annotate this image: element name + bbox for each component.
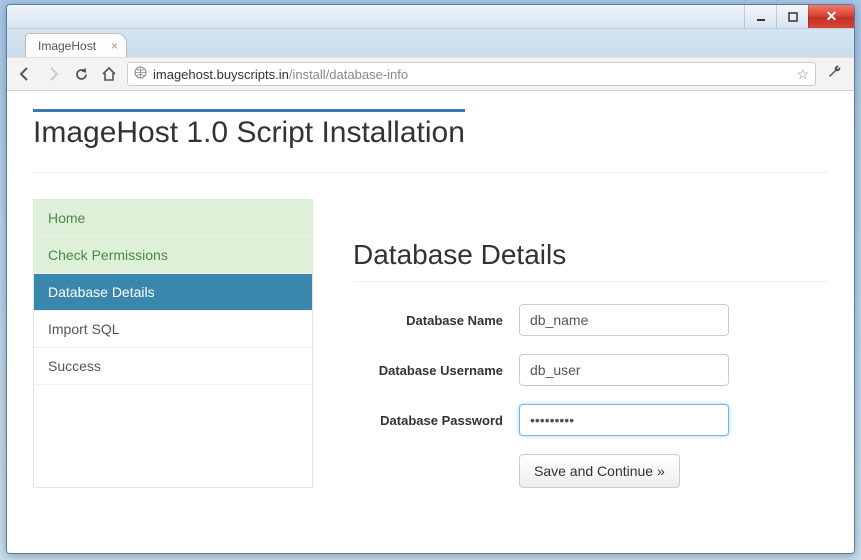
page-content: ImageHost 1.0 Script Installation Home C… — [7, 91, 854, 553]
nav-home-button[interactable] — [99, 64, 119, 84]
window-minimize-button[interactable] — [744, 5, 776, 28]
browser-window: ✕ ImageHost × imagehost.buyscripts.in/in… — [6, 4, 855, 554]
db-password-label: Database Password — [353, 413, 503, 428]
browser-tabstrip: ImageHost × — [7, 29, 854, 57]
minimize-icon — [756, 12, 766, 22]
url-path: /install/database-info — [289, 67, 408, 82]
tab-title: ImageHost — [38, 39, 96, 53]
db-name-input[interactable] — [519, 304, 729, 336]
url-domain: imagehost.buyscripts.in — [153, 67, 289, 82]
arrow-right-icon — [45, 66, 61, 82]
close-icon: ✕ — [826, 8, 838, 25]
address-bar[interactable]: imagehost.buyscripts.in/install/database… — [127, 62, 816, 86]
main-panel: Database Details Database Name Database … — [353, 199, 828, 488]
wrench-icon — [827, 64, 843, 80]
bookmark-star-button[interactable]: ☆ — [796, 66, 809, 83]
section-title: Database Details — [353, 239, 828, 282]
sidebar-item-database-details[interactable]: Database Details — [34, 274, 312, 311]
browser-tab[interactable]: ImageHost × — [25, 33, 127, 57]
window-maximize-button[interactable] — [776, 5, 808, 28]
save-continue-button[interactable]: Save and Continue » — [519, 454, 680, 488]
nav-forward-button[interactable] — [43, 64, 63, 84]
window-titlebar: ✕ — [7, 5, 854, 29]
sidebar-item-import-sql[interactable]: Import SQL — [34, 311, 312, 348]
field-db-username: Database Username — [353, 354, 828, 386]
settings-wrench-button[interactable] — [824, 64, 846, 85]
globe-icon — [134, 66, 147, 82]
db-username-label: Database Username — [353, 363, 503, 378]
maximize-icon — [788, 12, 798, 22]
db-username-input[interactable] — [519, 354, 729, 386]
sidebar-item-success[interactable]: Success — [34, 348, 312, 385]
home-icon — [101, 66, 117, 82]
field-db-name: Database Name — [353, 304, 828, 336]
arrow-left-icon — [17, 66, 33, 82]
install-steps-sidebar: Home Check Permissions Database Details … — [33, 199, 313, 488]
window-close-button[interactable]: ✕ — [808, 5, 854, 28]
db-name-label: Database Name — [353, 313, 503, 328]
sidebar-item-home[interactable]: Home — [34, 200, 312, 237]
reload-icon — [74, 67, 89, 82]
nav-reload-button[interactable] — [71, 64, 91, 84]
divider — [33, 172, 828, 173]
sidebar-item-check-permissions[interactable]: Check Permissions — [34, 237, 312, 274]
browser-toolbar: imagehost.buyscripts.in/install/database… — [7, 57, 854, 91]
nav-back-button[interactable] — [15, 64, 35, 84]
field-db-password: Database Password — [353, 404, 828, 436]
db-password-input[interactable] — [519, 404, 729, 436]
tab-close-button[interactable]: × — [111, 39, 118, 53]
page-title: ImageHost 1.0 Script Installation — [33, 109, 465, 150]
